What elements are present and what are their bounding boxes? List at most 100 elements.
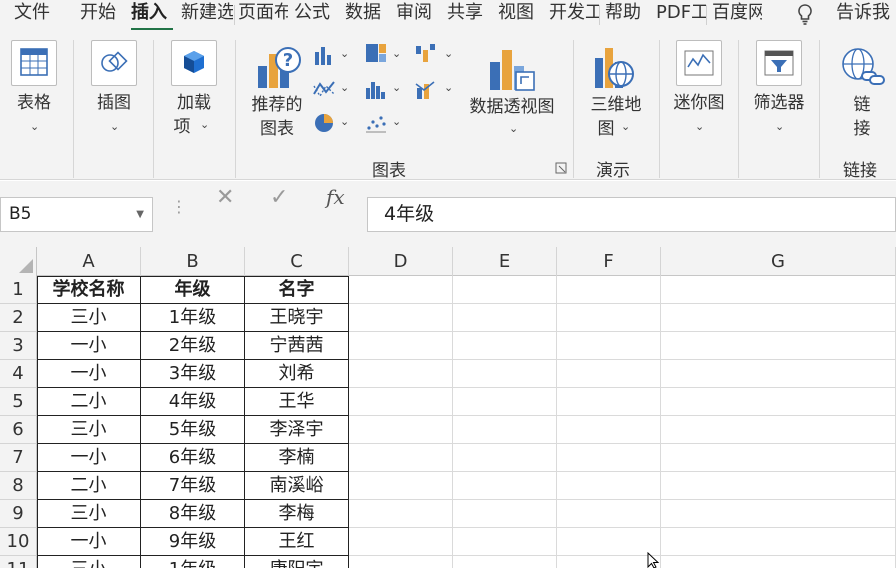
empty-cell[interactable] — [349, 556, 453, 568]
table-cell[interactable]: 王红 — [245, 528, 349, 556]
tab-page-layout[interactable]: 页面布 — [238, 0, 288, 28]
pivot-chart-icon[interactable] — [486, 46, 538, 94]
empty-cell[interactable] — [557, 556, 661, 568]
tab-home[interactable]: 开始 — [80, 0, 120, 28]
row-header[interactable]: 11 — [0, 556, 37, 568]
tab-new-selection[interactable]: 新建选 — [181, 0, 233, 28]
table-cell[interactable]: 1年级 — [141, 304, 245, 332]
chevron-down-icon[interactable]: ⌄ — [340, 81, 349, 94]
sparklines-label[interactable]: 迷你图 — [668, 92, 730, 114]
table-cell[interactable]: 王晓宇 — [245, 304, 349, 332]
table-cell[interactable]: 二小 — [37, 472, 141, 500]
table-header-cell[interactable]: 名字 — [245, 276, 349, 304]
chevron-down-icon[interactable]: ▼ — [136, 198, 144, 231]
tab-pdf-tools[interactable]: PDF工 — [656, 0, 706, 28]
row-header[interactable]: 5 — [0, 388, 37, 416]
illustrations-button-icon-frame[interactable] — [91, 40, 137, 86]
table-cell[interactable]: 二小 — [37, 388, 141, 416]
empty-cell[interactable] — [661, 444, 896, 472]
chevron-down-icon[interactable]: ⌄ — [30, 120, 39, 133]
addins-button-label-2[interactable]: 项 — [166, 116, 198, 138]
more-options-icon[interactable]: ⋮ — [171, 199, 187, 215]
pivot-chart-label[interactable]: 数据透视图 — [464, 96, 560, 118]
table-cell[interactable]: 李泽宇 — [245, 416, 349, 444]
table-cell[interactable]: 李梅 — [245, 500, 349, 528]
table-cell[interactable]: 5年级 — [141, 416, 245, 444]
tab-baidu-netdisk[interactable]: 百度网 — [712, 0, 762, 28]
empty-cell[interactable] — [349, 304, 453, 332]
column-header-e[interactable]: E — [453, 247, 557, 276]
empty-cell[interactable] — [557, 444, 661, 472]
empty-cell[interactable] — [557, 360, 661, 388]
chevron-down-icon[interactable]: ⌄ — [509, 122, 518, 135]
table-cell[interactable]: 南溪峪 — [245, 472, 349, 500]
table-cell[interactable]: 三小 — [37, 500, 141, 528]
empty-cell[interactable] — [349, 500, 453, 528]
empty-cell[interactable] — [453, 444, 557, 472]
empty-cell[interactable] — [661, 472, 896, 500]
chevron-down-icon[interactable]: ⌄ — [200, 118, 209, 131]
filters-button-icon-frame[interactable] — [756, 40, 802, 86]
chevron-down-icon[interactable]: ⌄ — [695, 120, 704, 133]
3d-map-icon[interactable] — [591, 44, 641, 94]
empty-cell[interactable] — [557, 528, 661, 556]
tab-developer[interactable]: 开发工 — [549, 0, 599, 28]
tab-file[interactable]: 文件 — [14, 0, 54, 28]
formula-input[interactable]: 4年级 — [367, 197, 896, 232]
table-header-cell[interactable]: 年级 — [141, 276, 245, 304]
waterfall-chart-icon[interactable] — [414, 42, 438, 64]
empty-cell[interactable] — [557, 332, 661, 360]
chevron-down-icon[interactable]: ⌄ — [110, 120, 119, 133]
column-header-f[interactable]: F — [557, 247, 661, 276]
empty-cell[interactable] — [661, 416, 896, 444]
empty-cell[interactable] — [557, 304, 661, 332]
column-header-a[interactable]: A — [37, 247, 141, 276]
chevron-down-icon[interactable]: ⌄ — [444, 47, 453, 60]
enter-entry-icon[interactable]: ✓ — [270, 184, 288, 212]
row-header[interactable]: 4 — [0, 360, 37, 388]
chevron-down-icon[interactable]: ⌄ — [392, 81, 401, 94]
empty-cell[interactable] — [453, 416, 557, 444]
empty-cell[interactable] — [349, 528, 453, 556]
table-cell[interactable]: 7年级 — [141, 472, 245, 500]
column-header-b[interactable]: B — [141, 247, 245, 276]
empty-cell[interactable] — [349, 276, 453, 304]
empty-cell[interactable] — [349, 472, 453, 500]
table-cell[interactable]: 刘希 — [245, 360, 349, 388]
dialog-launcher-icon[interactable] — [555, 162, 567, 174]
empty-cell[interactable] — [453, 556, 557, 568]
link-icon[interactable] — [838, 44, 886, 90]
addins-button-label-1[interactable]: 加载 — [170, 92, 218, 114]
name-box[interactable]: B5 ▼ — [0, 197, 153, 232]
illustrations-button-label[interactable]: 插图 — [90, 92, 138, 114]
sparklines-button-icon-frame[interactable] — [676, 40, 722, 86]
link-label-1[interactable]: 链 — [844, 94, 880, 116]
empty-cell[interactable] — [557, 500, 661, 528]
row-header[interactable]: 2 — [0, 304, 37, 332]
empty-cell[interactable] — [661, 304, 896, 332]
table-cell[interactable]: 宁茜茜 — [245, 332, 349, 360]
row-header[interactable]: 10 — [0, 528, 37, 556]
empty-cell[interactable] — [453, 388, 557, 416]
empty-cell[interactable] — [661, 332, 896, 360]
table-cell[interactable]: 一小 — [37, 360, 141, 388]
pie-chart-icon[interactable] — [312, 112, 336, 134]
empty-cell[interactable] — [661, 556, 896, 568]
statistic-chart-icon[interactable] — [364, 78, 388, 100]
line-chart-icon[interactable] — [312, 78, 336, 100]
combo-chart-icon[interactable] — [414, 78, 438, 100]
empty-cell[interactable] — [349, 388, 453, 416]
empty-cell[interactable] — [453, 360, 557, 388]
chevron-down-icon[interactable]: ⌄ — [392, 47, 401, 60]
row-header[interactable]: 1 — [0, 276, 37, 304]
empty-cell[interactable] — [661, 388, 896, 416]
recommended-charts-label-1[interactable]: 推荐的 — [246, 94, 308, 116]
chevron-down-icon[interactable]: ⌄ — [340, 115, 349, 128]
table-cell[interactable]: 一小 — [37, 332, 141, 360]
chevron-down-icon[interactable]: ⌄ — [775, 120, 784, 133]
insert-function-icon[interactable]: fx — [326, 185, 345, 209]
row-header[interactable]: 9 — [0, 500, 37, 528]
filters-label[interactable]: 筛选器 — [748, 92, 810, 114]
empty-cell[interactable] — [453, 332, 557, 360]
tell-me-search[interactable]: 告诉我 — [836, 0, 896, 28]
